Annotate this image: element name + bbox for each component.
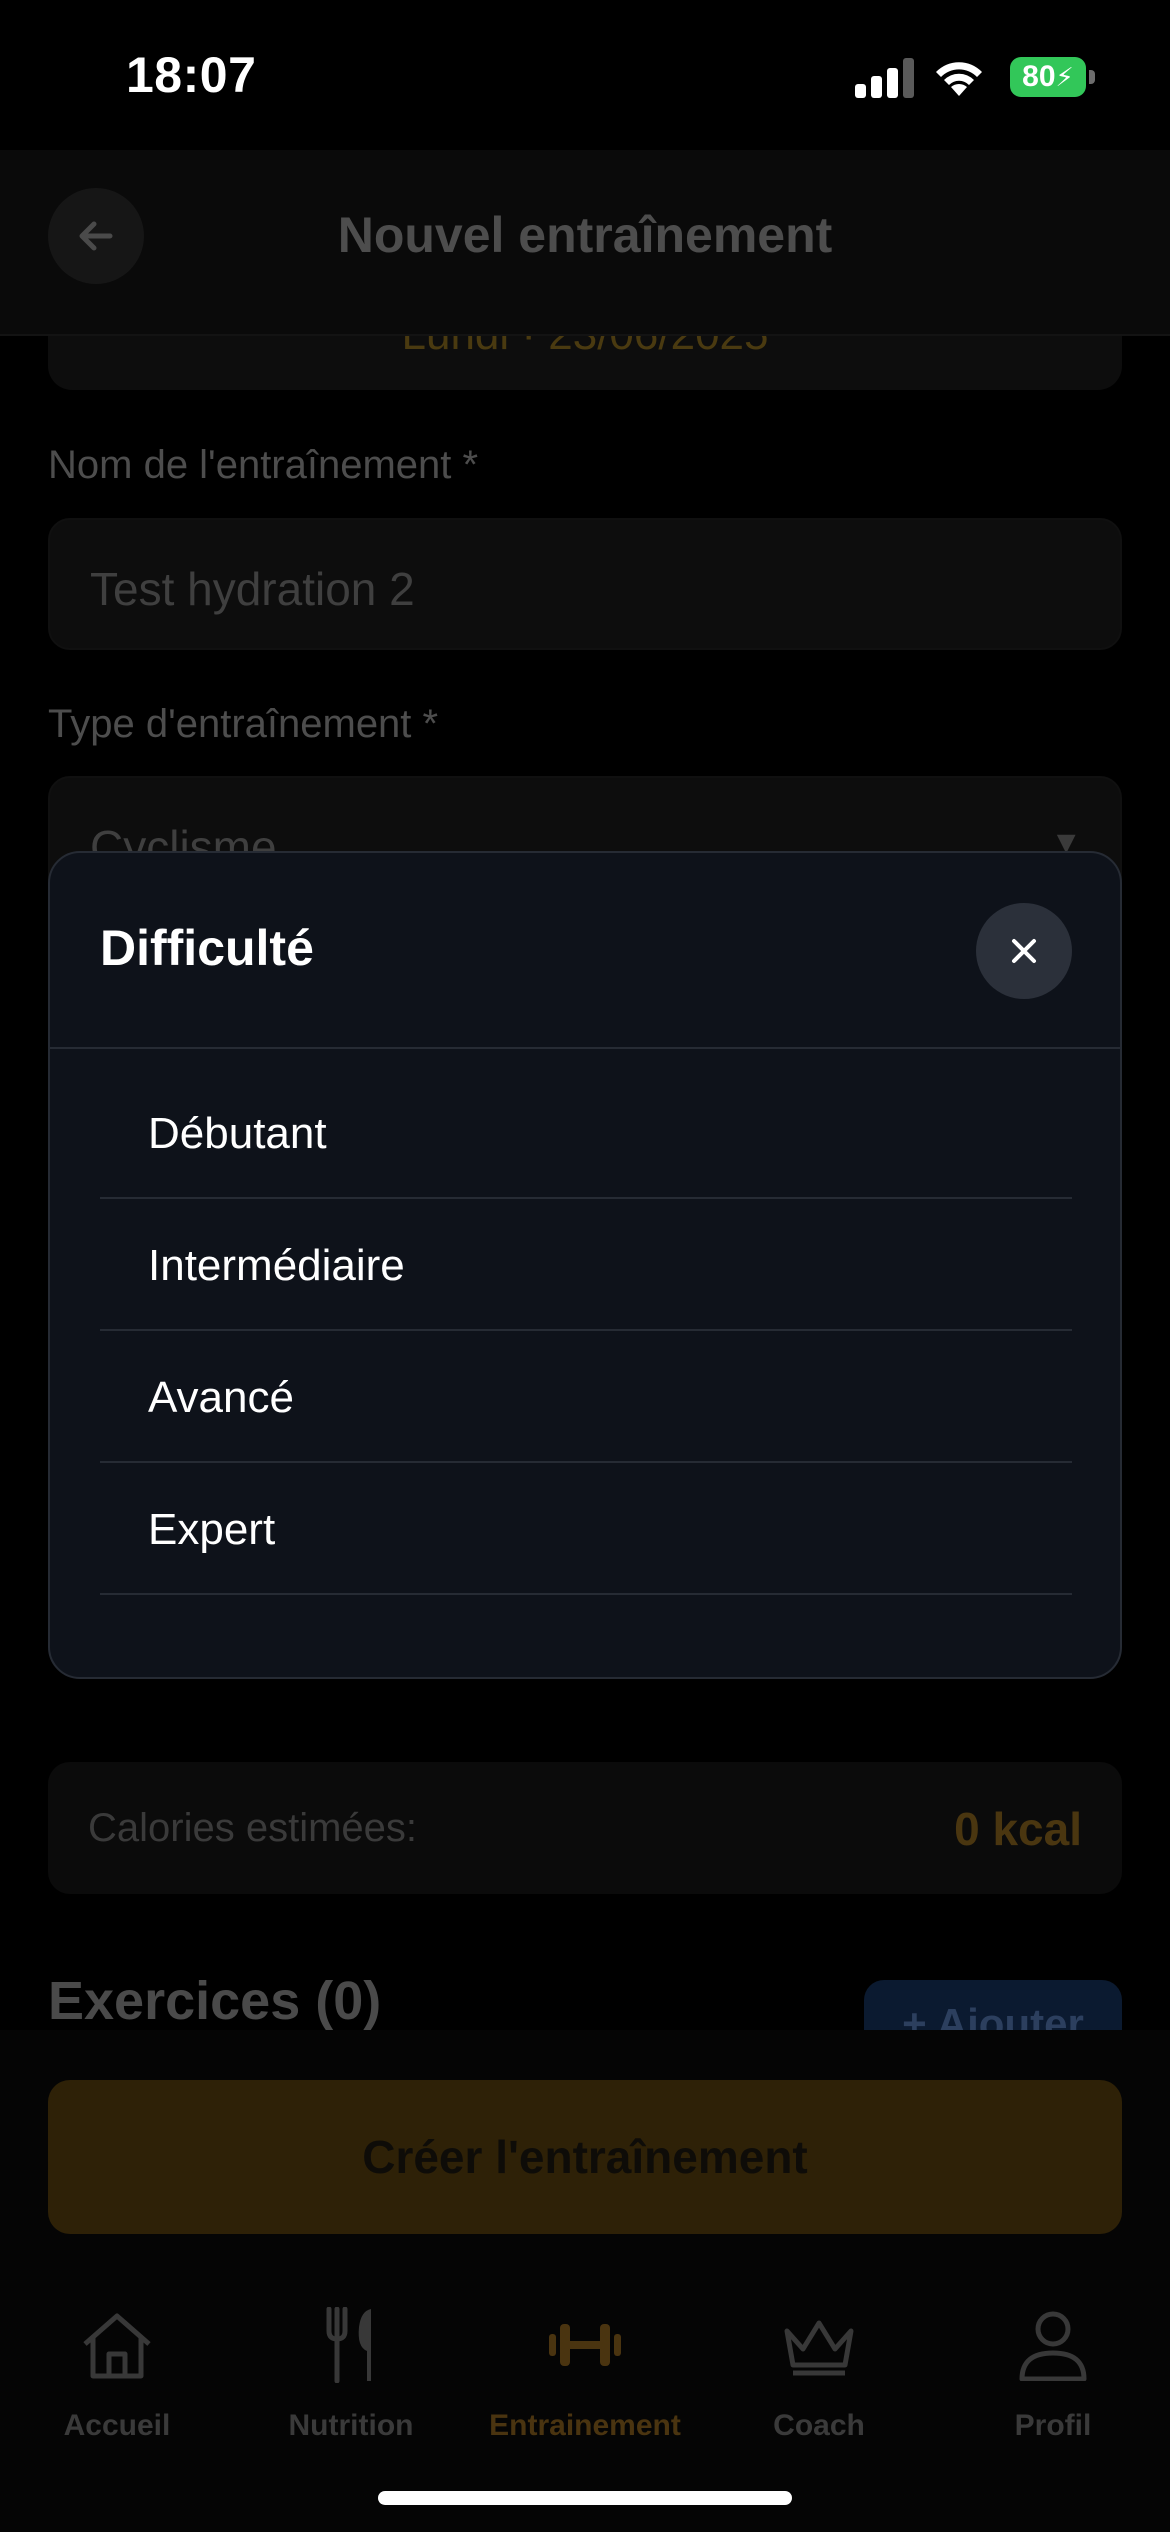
page-title: Nouvel entraînement xyxy=(337,207,833,263)
dumbbell-icon xyxy=(549,2324,621,2366)
option-label: Intermédiaire xyxy=(148,1241,405,1290)
fork-knife-icon xyxy=(326,2307,371,2383)
calories-card: Calories estimées: 0 kcal xyxy=(48,1762,1122,1894)
type-label: Type d'entraînement * xyxy=(48,702,439,746)
status-time: 18:07 xyxy=(126,47,257,103)
tab-label: Accueil xyxy=(63,2409,171,2442)
tab-coach[interactable]: Coach xyxy=(702,2295,936,2455)
option-avance[interactable]: Avancé xyxy=(100,1331,1072,1463)
option-label: Expert xyxy=(148,1505,276,1554)
close-button[interactable] xyxy=(976,903,1072,999)
name-value: Test hydration 2 xyxy=(90,563,415,615)
name-field[interactable]: Test hydration 2 xyxy=(48,518,1122,650)
status-bar: 18:07 80 ⚡ xyxy=(0,0,1170,150)
calories-label: Calories estimées: xyxy=(88,1806,418,1850)
battery-cap xyxy=(1089,70,1095,84)
home-icon xyxy=(83,2313,151,2379)
create-workout-button[interactable]: Créer l'entraînement xyxy=(48,2080,1122,2234)
home-indicator xyxy=(378,2491,792,2505)
tab-entrainement[interactable]: Entrainement xyxy=(468,2295,702,2455)
tab-profil[interactable]: Profil xyxy=(936,2295,1170,2455)
battery-charging-icon: 80 ⚡ xyxy=(1010,57,1086,97)
tab-label: Coach xyxy=(773,2409,865,2442)
bottom-area: Créer l'entraînement Accueil Nutrition E… xyxy=(0,2030,1170,2532)
crown-icon xyxy=(784,2320,854,2376)
close-icon xyxy=(1012,939,1036,963)
exercises-title: Exercices (0) xyxy=(48,1971,382,2031)
signal-icon xyxy=(855,58,915,98)
person-icon xyxy=(1019,2311,1087,2381)
name-label: Nom de l'entraînement * xyxy=(48,443,479,487)
tab-accueil[interactable]: Accueil xyxy=(0,2295,234,2455)
calories-value: 0 kcal xyxy=(954,1803,1082,1855)
tab-bar: Accueil Nutrition Entrainement Coach Pro… xyxy=(0,2295,1170,2455)
modal-title: Difficulté xyxy=(100,920,314,976)
option-intermediaire[interactable]: Intermédiaire xyxy=(100,1199,1072,1331)
tab-label: Entrainement xyxy=(489,2409,681,2442)
tab-label: Nutrition xyxy=(288,2409,414,2442)
option-debutant[interactable]: Débutant xyxy=(100,1067,1072,1199)
wifi-icon xyxy=(936,62,982,96)
option-label: Débutant xyxy=(148,1109,327,1158)
tab-nutrition[interactable]: Nutrition xyxy=(234,2295,468,2455)
difficulty-modal: Difficulté Débutant Intermédiaire Avancé… xyxy=(48,851,1122,1679)
tab-label: Profil xyxy=(1014,2409,1092,2442)
option-label: Avancé xyxy=(148,1373,294,1422)
modal-header: Difficulté xyxy=(50,853,1120,1049)
page-header: Nouvel entraînement xyxy=(0,150,1170,336)
battery-level: 80 xyxy=(1022,60,1056,93)
option-expert[interactable]: Expert xyxy=(100,1463,1072,1595)
